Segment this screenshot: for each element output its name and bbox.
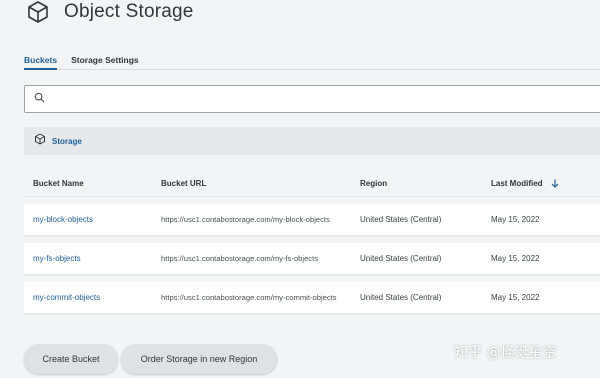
column-header-bucket-name[interactable]: Bucket Name [24,179,161,188]
bucket-region: United States (Central) [360,215,442,224]
bucket-region: United States (Central) [360,254,442,263]
order-storage-button[interactable]: Order Storage in new Region [121,344,277,374]
bucket-name-link[interactable]: my-commit-objects [24,292,161,303]
storage-group-header[interactable]: Storage [24,127,600,155]
table-row[interactable]: my-block-objects https://usc1.contabosto… [24,204,600,236]
tab-bar: Buckets Storage Settings [24,52,600,70]
page-title: Object Storage [64,1,194,22]
cube-icon [26,0,52,24]
bucket-url: https://usc1.contabostorage.com/my-block… [161,215,330,224]
group-label: Storage [52,136,82,146]
tab-storage-settings[interactable]: Storage Settings [71,52,139,70]
watermark: 知乎 @怪诞星空 [454,345,557,361]
buckets-table: Bucket Name Bucket URL Region Last Modif… [24,170,600,314]
create-bucket-button[interactable]: Create Bucket [24,344,118,374]
bucket-last-modified: May 15, 2022 [491,254,540,263]
search-icon [34,90,45,108]
table-row[interactable]: my-commit-objects https://usc1.contabost… [24,282,600,314]
cube-icon [34,132,46,150]
bucket-name-link[interactable]: my-fs-objects [24,253,161,264]
page-header: Object Storage [26,0,194,24]
bucket-last-modified: May 15, 2022 [491,293,540,302]
bucket-region: United States (Central) [360,293,442,302]
tab-buckets[interactable]: Buckets [24,52,58,70]
sort-arrow-down-icon [551,179,559,188]
column-header-region[interactable]: Region [360,179,491,188]
table-header: Bucket Name Bucket URL Region Last Modif… [24,170,600,197]
search-bar[interactable] [24,85,600,113]
column-header-bucket-url[interactable]: Bucket URL [161,179,360,188]
bucket-url: https://usc1.contabostorage.com/my-commi… [161,293,337,302]
bucket-name-link[interactable]: my-block-objects [24,214,161,225]
bucket-last-modified: May 15, 2022 [491,215,540,224]
column-header-last-modified[interactable]: Last Modified [491,179,600,188]
bucket-url: https://usc1.contabostorage.com/my-fs-ob… [161,254,319,263]
search-input[interactable] [51,94,551,104]
table-row[interactable]: my-fs-objects https://usc1.contabostorag… [24,243,600,275]
